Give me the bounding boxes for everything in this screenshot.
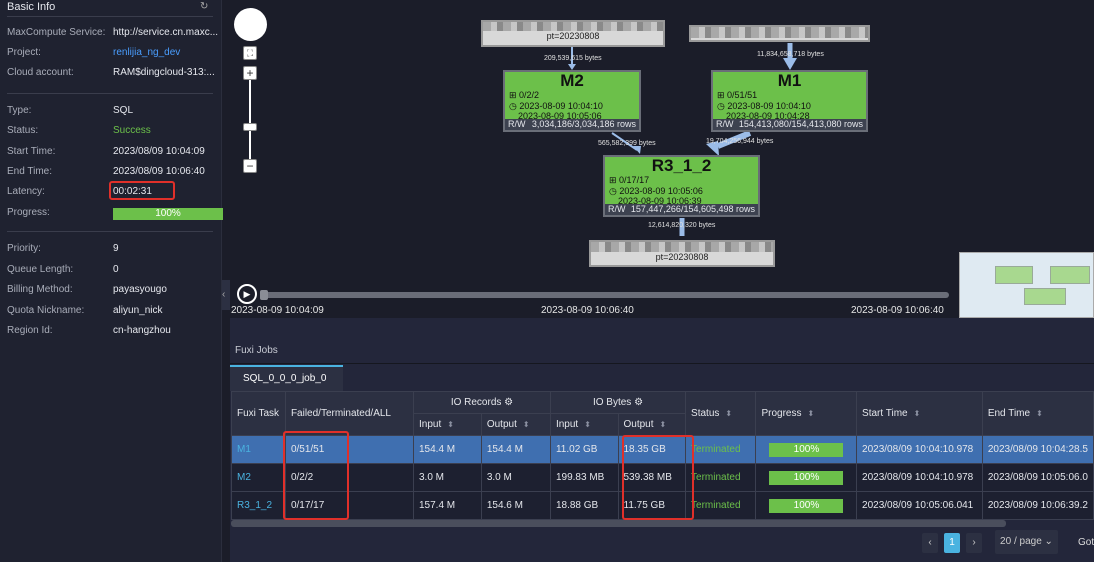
- edge-label: 11,834,658,718 bytes: [757, 51, 824, 58]
- minimap[interactable]: [959, 252, 1094, 318]
- source-table-node[interactable]: [689, 25, 870, 42]
- instances: ⊞ 0/2/2: [509, 90, 540, 100]
- next-page-button[interactable]: ›: [966, 533, 982, 553]
- timeline-mid: 2023-08-09 10:06:40: [541, 305, 634, 316]
- clock-icon: ◷: [717, 100, 728, 111]
- edge-label: 12,614,820,320 bytes: [648, 222, 716, 229]
- instances-icon: ⊞: [509, 90, 520, 100]
- project-link[interactable]: renlijia_ng_dev: [113, 47, 223, 58]
- timeline-handle[interactable]: [260, 290, 268, 300]
- edge-label: 209,539,615 bytes: [544, 55, 602, 62]
- sort-icon: ⬍: [1036, 409, 1043, 418]
- sort-icon: ⬍: [447, 420, 454, 429]
- refresh-icon[interactable]: ↻: [200, 1, 208, 12]
- settings-icon[interactable]: ⚙: [634, 397, 643, 408]
- tab-sql-job[interactable]: SQL_0_0_0_job_0: [230, 365, 343, 391]
- col-status[interactable]: Status ⬍: [685, 391, 757, 436]
- goto-label: Got: [1078, 537, 1094, 548]
- source-table-node[interactable]: pt=20230808: [481, 20, 665, 47]
- edge-label: 565,582,399 bytes: [598, 140, 656, 147]
- play-button[interactable]: ▶: [237, 284, 257, 304]
- info-status: Status: Success: [7, 125, 151, 136]
- zoom-out-button[interactable]: −: [243, 159, 257, 173]
- timeline-start: 2023-08-09 10:04:09: [231, 305, 324, 316]
- basic-info-panel: Basic Info ↻ MaxCompute Service: http://s…: [0, 0, 223, 562]
- prev-page-button[interactable]: ‹: [922, 533, 938, 553]
- sort-icon: ⬍: [584, 420, 591, 429]
- clock-icon: ◷: [609, 185, 620, 196]
- col-records-output[interactable]: Output ⬍: [480, 413, 551, 436]
- horizontal-scrollbar[interactable]: [231, 520, 1006, 527]
- col-fuxi-task: Fuxi Task: [231, 391, 286, 436]
- progress-bar: 100%: [769, 442, 844, 457]
- task-node-r3-1-2[interactable]: R3_1_2 ⊞ 0/17/17 ◷ 2023-08-09 10:05:06 2…: [603, 155, 760, 217]
- info-cloud-account: Cloud account: RAM$dingcloud-313:...: [7, 67, 215, 78]
- col-bytes-output[interactable]: Output ⬍: [617, 413, 687, 436]
- zoom-slider-handle[interactable]: [243, 123, 257, 131]
- info-start-time: Start Time: 2023/08/09 10:04:09: [7, 146, 205, 157]
- info-queue-length: Queue Length: 0: [7, 264, 119, 275]
- info-end-time: End Time: 2023/08/09 10:06:40: [7, 166, 205, 177]
- col-records-input[interactable]: Input ⬍: [412, 413, 482, 436]
- fta-highlight: [283, 431, 349, 520]
- fit-view-icon[interactable]: ⛶: [243, 46, 257, 60]
- task-node-m2[interactable]: M2 ⊞ 0/2/2 ◷ 2023-08-09 10:04:10 2023-08…: [503, 70, 641, 132]
- info-service: MaxCompute Service: http://service.cn.max…: [7, 27, 219, 38]
- latency-highlight: [109, 181, 175, 200]
- sort-icon: ⬍: [522, 420, 530, 429]
- instances-icon: ⊞: [609, 175, 620, 185]
- collapse-panel-button[interactable]: ‹: [222, 280, 230, 310]
- timeline-slider[interactable]: [263, 292, 949, 298]
- output-table-node[interactable]: pt=20230808: [589, 240, 775, 267]
- col-end-time[interactable]: End Time ⬍: [981, 391, 1094, 436]
- col-io-bytes: IO Bytes ⚙: [549, 391, 687, 414]
- section-title: Fuxi Jobs: [235, 345, 278, 356]
- task-link[interactable]: M2: [231, 463, 286, 492]
- instances-icon: ⊞: [717, 90, 728, 100]
- info-priority: Priority: 9: [7, 243, 119, 254]
- chevron-down-icon: ⌄: [1044, 536, 1053, 547]
- info-type: Type: SQL: [7, 105, 134, 116]
- col-bytes-input[interactable]: Input ⬍: [549, 413, 619, 436]
- task-node-m1[interactable]: M1 ⊞ 0/51/51 ◷ 2023-08-09 10:04:10 2023-…: [711, 70, 868, 132]
- info-billing-method: Billing Method: payasyougo: [7, 284, 167, 295]
- task-link[interactable]: M1: [231, 435, 286, 464]
- timeline-end: 2023-08-09 10:06:40: [851, 305, 944, 316]
- sort-icon: ⬍: [807, 409, 815, 418]
- task-link[interactable]: R3_1_2: [231, 491, 286, 520]
- info-project: Project: renlijia_ng_dev: [7, 47, 222, 61]
- zoom-in-button[interactable]: +: [243, 66, 257, 80]
- job-graph-canvas[interactable]: pt=20230808 pt=20230808 209,539,615 byte…: [230, 0, 1094, 318]
- sort-icon: ⬍: [725, 409, 733, 418]
- col-fta: Failed/Terminated/ALL: [284, 391, 414, 436]
- col-io-records: IO Records ⚙: [412, 391, 551, 414]
- progress-bar: 100%: [769, 470, 844, 485]
- progress-bar: 100%: [769, 498, 844, 513]
- info-region-id: Region Id: cn-hangzhou: [7, 325, 171, 336]
- sort-icon: ⬍: [659, 420, 667, 429]
- page-size-select[interactable]: 20 / page ⌄: [995, 530, 1058, 554]
- progress-bar: 100%: [113, 208, 223, 220]
- col-start-time[interactable]: Start Time ⬍: [856, 391, 983, 436]
- panel-title: Basic Info: [7, 1, 56, 13]
- col-progress[interactable]: Progress ⬍: [755, 391, 858, 436]
- page-1-button[interactable]: 1: [944, 533, 960, 553]
- clock-icon: ◷: [509, 100, 520, 111]
- info-quota-nickname: Quota Nickname: aliyun_nick: [7, 305, 163, 316]
- info-progress: Progress: 100%: [7, 207, 223, 221]
- sort-icon: ⬍: [913, 409, 921, 418]
- pan-control[interactable]: [234, 8, 267, 41]
- bytes-output-highlight: [622, 435, 694, 520]
- settings-icon[interactable]: ⚙: [504, 397, 513, 408]
- edge-label: 19,704,256,944 bytes: [706, 138, 774, 145]
